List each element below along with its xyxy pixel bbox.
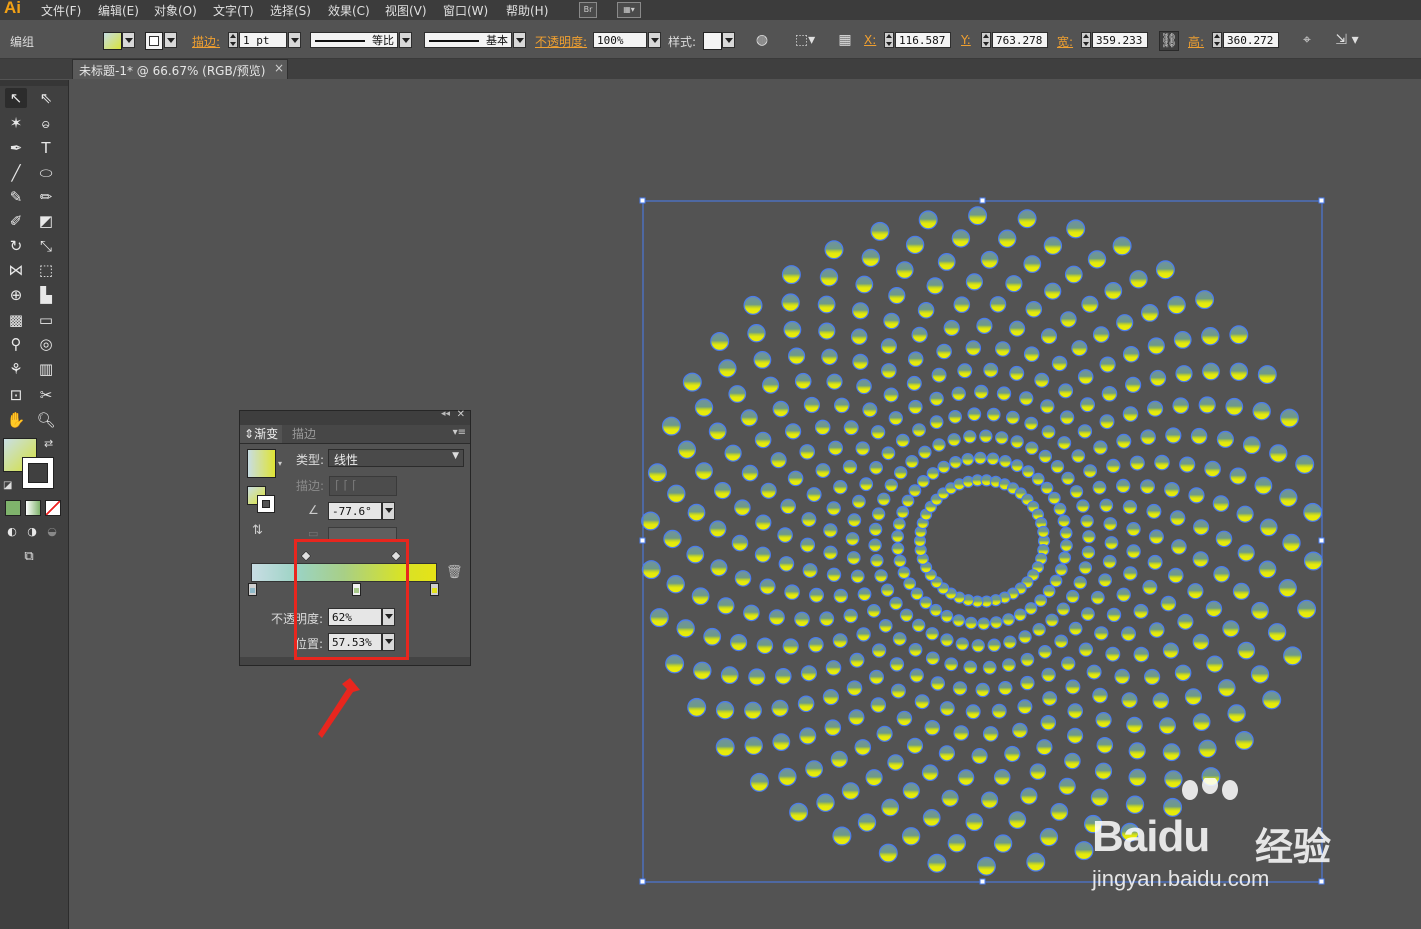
highlight-box [294,539,409,660]
watermark-brand: Baidu [1092,812,1210,861]
watermark-cn: 经验 [1255,825,1332,869]
gradient-preview-swatch[interactable] [247,449,276,478]
tab-stroke[interactable]: 描边 [288,425,320,443]
gradient-stop-left[interactable] [248,583,257,596]
tab-gradient[interactable]: ⇕渐变 [240,425,283,443]
stroke-indicator[interactable] [257,495,275,513]
annotation-arrow [318,678,360,738]
angle-field[interactable]: -77.6° [328,502,382,520]
reverse-gradient-icon[interactable]: ⇅ [252,523,263,538]
angle-dropdown[interactable] [382,502,395,520]
radial-dot-pattern[interactable] [641,206,1323,876]
panel-title-bar[interactable]: ◂◂ ✕ [240,409,470,425]
close-panel-icon[interactable]: ✕ [457,409,465,420]
stroke-gradient-options[interactable]: ⌈ ⌈ ⌈ [329,476,397,496]
gradient-swatch-dropdown-icon[interactable]: ▾ [278,459,282,468]
collapse-panel-icon[interactable]: ◂◂ [441,409,450,419]
type-label: 类型: [296,453,325,467]
panel-menu-icon[interactable]: ▾≡ [453,427,466,438]
delete-stop-icon[interactable]: 🗑︎ [446,565,463,580]
panel-tabs: ⇕渐变 描边 ▾≡ [240,425,470,444]
angle-icon: ∠ [308,503,319,517]
baidu-paw-logo [1170,776,1254,812]
watermark-url: jingyan.baidu.com [1092,866,1270,891]
gradient-stop-right[interactable] [430,583,439,596]
gradient-type-select[interactable]: 线性 ▼ [328,449,464,467]
stroke-gradient-label: 描边: [296,479,325,493]
